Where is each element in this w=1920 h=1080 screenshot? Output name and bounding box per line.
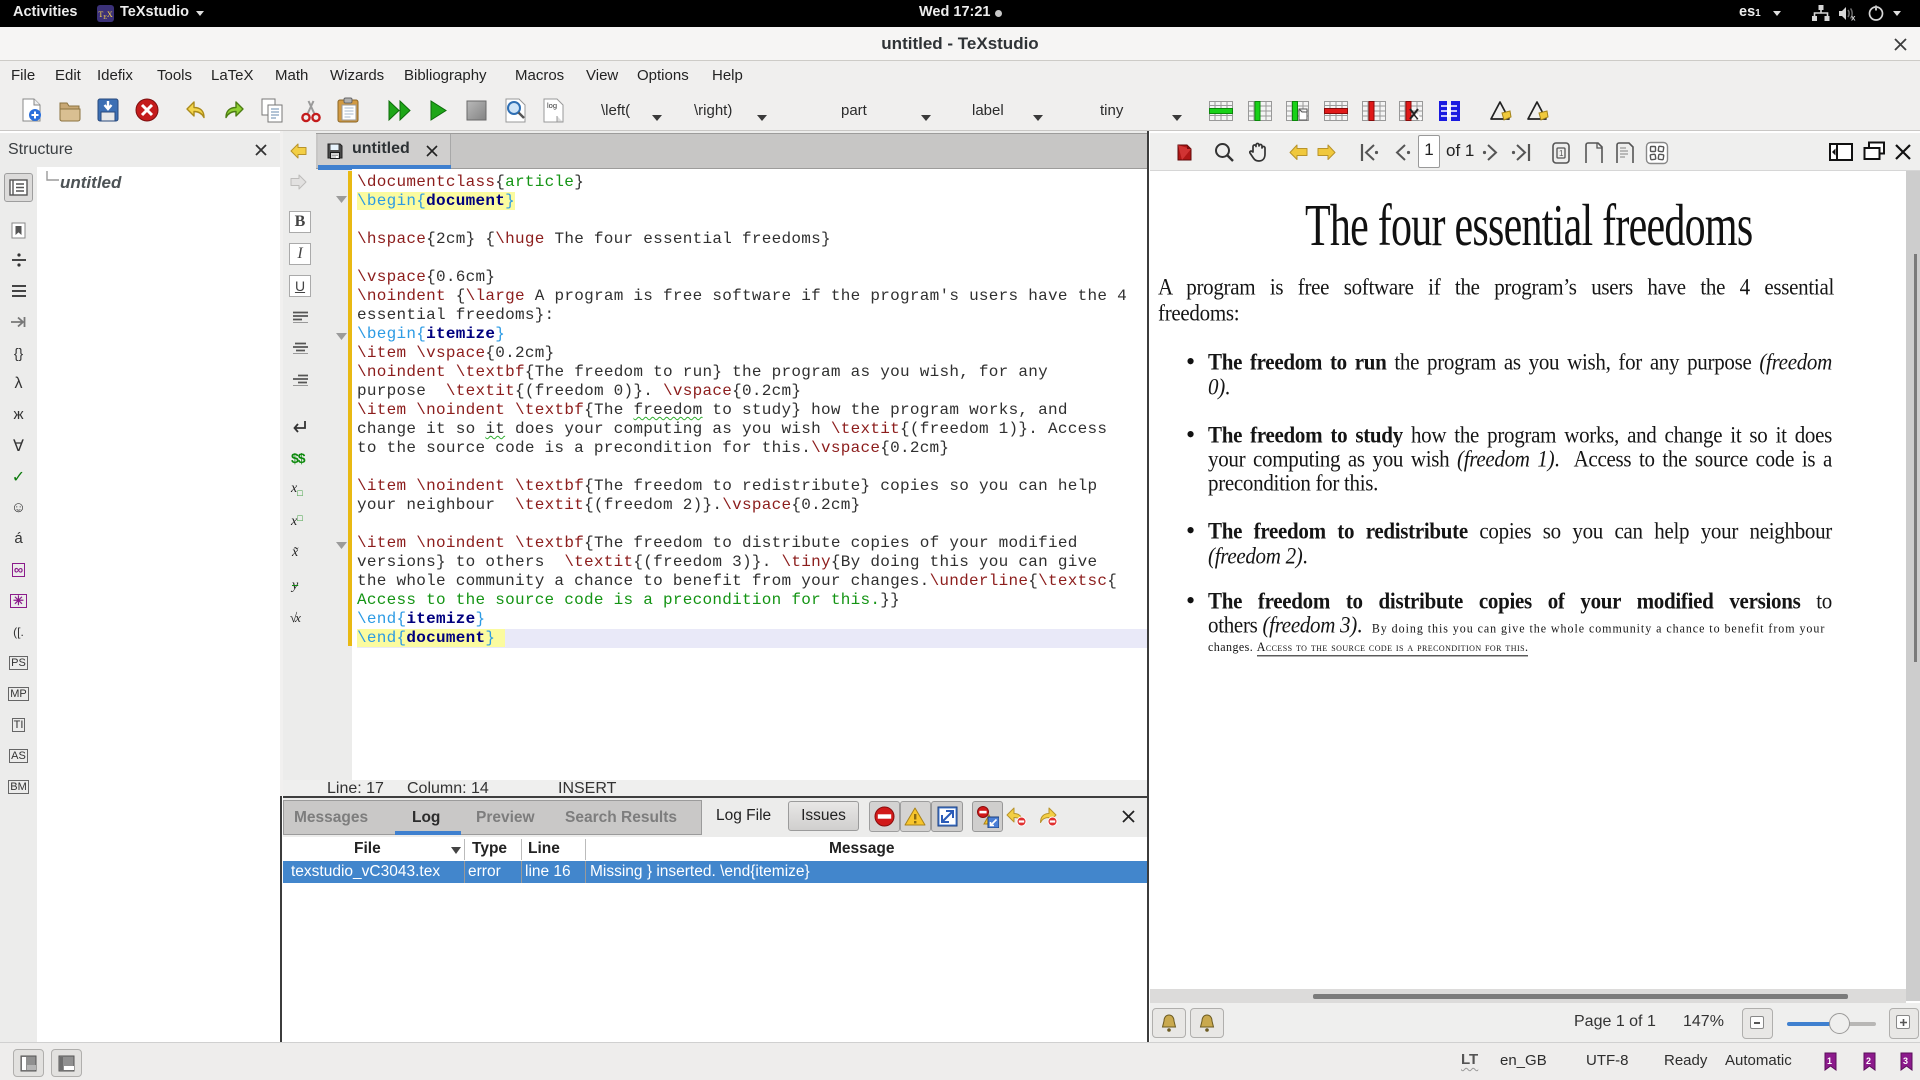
svg-text:1: 1: [1559, 149, 1564, 158]
svg-text:2: 2: [1866, 1056, 1871, 1066]
svg-text:log: log: [547, 101, 557, 110]
svg-text:3: 3: [1903, 1056, 1908, 1066]
svg-text:1: 1: [1827, 1056, 1832, 1066]
svg-text:x: x: [1851, 14, 1856, 23]
